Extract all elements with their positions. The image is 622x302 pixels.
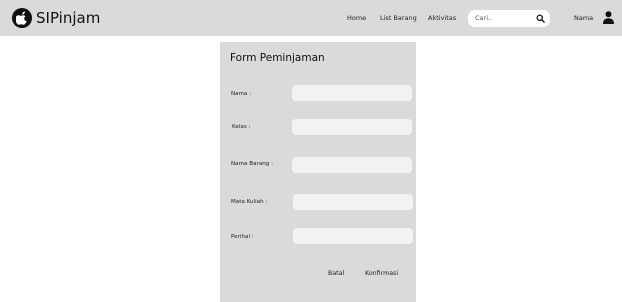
kelas-input[interactable]	[292, 119, 412, 135]
user-name-label[interactable]: Nama	[574, 14, 593, 23]
search-input[interactable]: Cari..	[468, 10, 550, 27]
confirm-button[interactable]: Konfirmasi	[365, 269, 398, 278]
field-label-kelas: Kelas :	[232, 124, 251, 130]
form-title: Form Peminjaman	[230, 52, 325, 64]
nama-input[interactable]	[292, 85, 412, 101]
field-label-mata-kuliah: Mata Kuliah :	[231, 199, 268, 205]
field-label-nama: Nama :	[231, 91, 252, 97]
nav-list-barang-link[interactable]: List Barang	[380, 14, 417, 23]
nama-barang-input[interactable]	[292, 157, 412, 173]
top-navbar: SIPinjam Home List Barang Aktivitas Cari…	[0, 0, 622, 36]
app-title: SIPinjam	[36, 9, 101, 27]
nav-aktivitas-link[interactable]: Aktivitas	[428, 14, 456, 23]
search-placeholder: Cari..	[475, 14, 493, 22]
perihal-input[interactable]	[293, 228, 413, 244]
nav-home-link[interactable]: Home	[347, 14, 366, 23]
logo-icon[interactable]	[12, 8, 32, 28]
mata-kuliah-input[interactable]	[293, 194, 413, 210]
form-panel: Form Peminjaman Nama : Kelas : Nama Bara…	[220, 42, 416, 302]
user-icon[interactable]	[603, 11, 614, 24]
search-icon[interactable]	[536, 14, 545, 23]
cancel-button[interactable]: Batal	[328, 269, 344, 278]
field-label-nama-barang: Nama Barang :	[231, 161, 274, 167]
field-label-perihal: Perihal :	[231, 234, 254, 240]
